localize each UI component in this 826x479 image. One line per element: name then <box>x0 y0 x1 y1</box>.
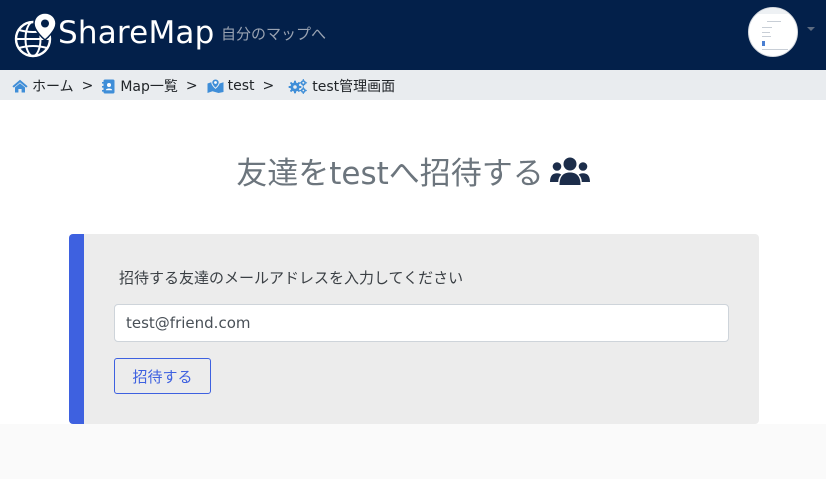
avatar-thumbnail-line <box>767 21 781 22</box>
friend-email-input[interactable] <box>114 304 729 342</box>
map-marked-icon <box>207 79 224 93</box>
top-navbar: ShareMap 自分のマップへ <box>0 0 826 70</box>
breadcrumb-separator: > <box>81 78 94 94</box>
breadcrumb-label: ホーム <box>32 79 74 95</box>
brand-link[interactable]: ShareMap <box>14 12 214 58</box>
invite-card: 招待する友達のメールアドレスを入力してください 招待する <box>69 234 759 424</box>
cogs-icon <box>288 78 308 94</box>
breadcrumb-home[interactable]: ホーム <box>12 76 74 96</box>
page-bottom-area <box>0 424 826 479</box>
avatar-thumbnail-line <box>762 32 770 33</box>
breadcrumb-map-test[interactable]: test <box>207 78 255 94</box>
globe-pin-icon <box>14 12 56 58</box>
invite-button[interactable]: 招待する <box>114 358 211 394</box>
avatar-thumbnail-header <box>749 8 797 14</box>
avatar-thumbnail-dot <box>762 41 765 46</box>
page-title-text: 友達をtestへ招待する <box>236 156 544 192</box>
address-book-icon <box>102 79 115 93</box>
breadcrumb-label: test管理画面 <box>312 79 396 95</box>
email-prompt-label: 招待する友達のメールアドレスを入力してください <box>119 269 464 287</box>
page-title: 友達をtestへ招待する <box>0 148 826 193</box>
breadcrumb-separator: > <box>262 78 275 94</box>
chevron-down-icon[interactable] <box>807 27 815 31</box>
breadcrumb-separator: > <box>185 78 198 94</box>
avatar-thumbnail-line <box>762 49 788 50</box>
breadcrumb-current: test管理画面 <box>288 76 395 96</box>
breadcrumb-map-list[interactable]: Map一覧 <box>102 76 178 96</box>
breadcrumb-label: Map一覧 <box>120 79 178 95</box>
home-icon <box>12 79 28 93</box>
card-accent-bar <box>69 234 84 424</box>
breadcrumb-label: test <box>227 78 255 94</box>
breadcrumb: ホーム > Map一覧 > test > test管理画面 <box>0 70 826 100</box>
my-maps-link[interactable]: 自分のマップへ <box>221 23 326 44</box>
user-avatar[interactable] <box>748 7 798 57</box>
brand-name: ShareMap <box>58 15 215 51</box>
avatar-thumbnail-line <box>762 36 771 37</box>
users-icon <box>549 157 590 185</box>
avatar-thumbnail-line <box>762 27 772 28</box>
